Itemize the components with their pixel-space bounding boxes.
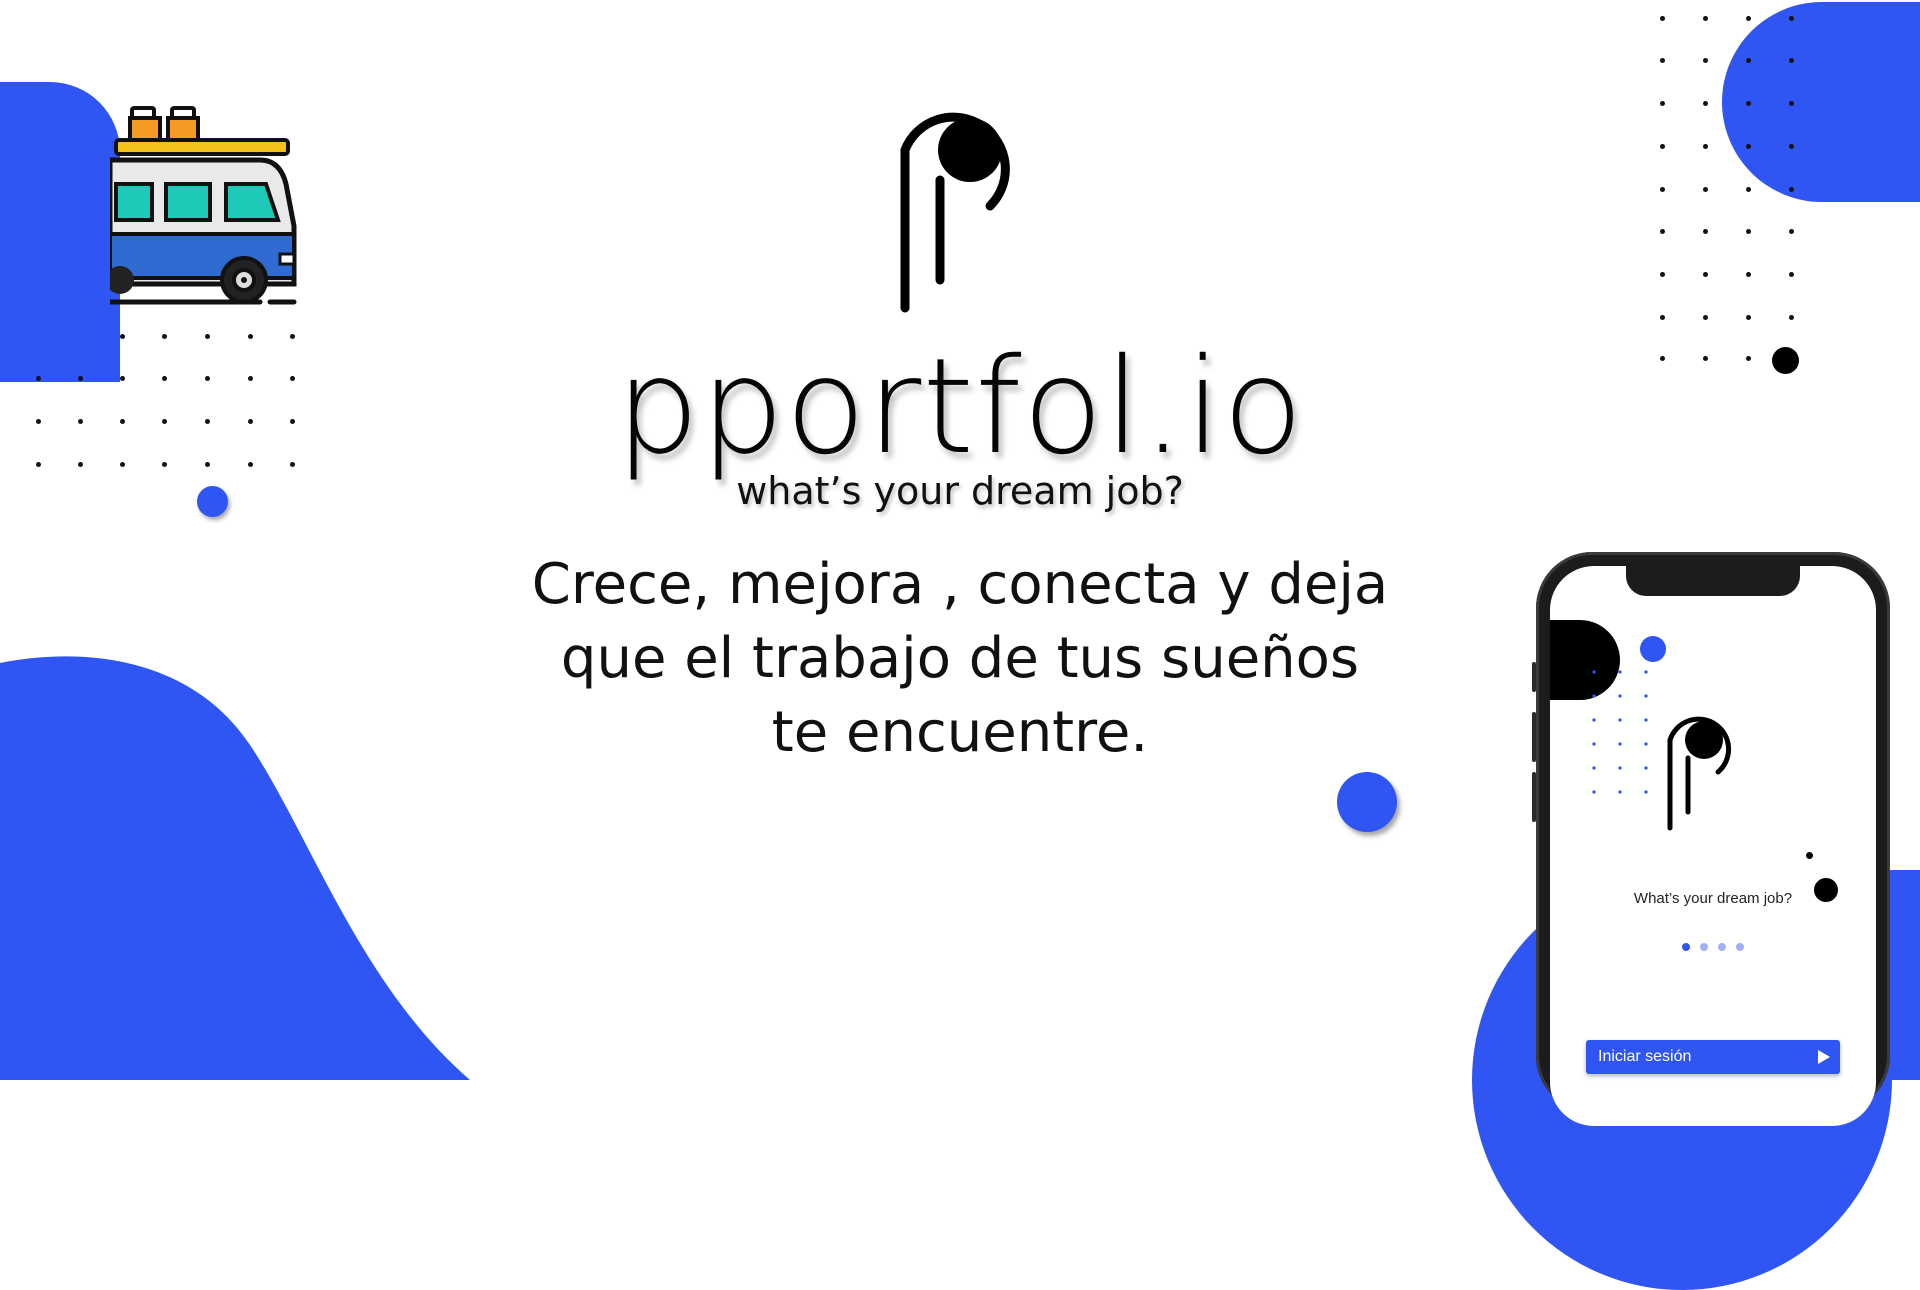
- pager-dot[interactable]: [1700, 943, 1708, 951]
- headline-line-2: que el trabajo de tus sueños: [560, 626, 1360, 691]
- p-logo-icon: [900, 112, 1010, 313]
- play-icon: [1818, 1050, 1830, 1064]
- screen-dot-blue: [1640, 636, 1666, 662]
- decorative-wave-bottom-left: [0, 656, 470, 1080]
- phone-mockup: What’s your dream job? Iniciar sesión: [1532, 552, 1890, 1126]
- hero-headline: Crece, mejora , conecta y deja que el tr…: [460, 548, 1460, 770]
- pager-dot[interactable]: [1682, 943, 1690, 951]
- login-button[interactable]: Iniciar sesión: [1586, 1040, 1840, 1074]
- dot-grid-right: [1650, 0, 1800, 370]
- headline-line-1: Crece, mejora , conecta y deja: [531, 552, 1389, 617]
- phone-side-button: [1532, 662, 1536, 692]
- pager-dot[interactable]: [1736, 943, 1744, 951]
- screen-dot-black-small: [1806, 852, 1813, 859]
- phone-notch: [1626, 566, 1800, 596]
- headline-line-3: te encuentre.: [771, 700, 1149, 765]
- phone-side-button: [1532, 712, 1536, 762]
- phone-side-button: [1532, 772, 1536, 822]
- screen-logo-icon: [1667, 716, 1732, 831]
- login-button-label: Iniciar sesión: [1598, 1048, 1692, 1065]
- decorative-dot-blue-large: [1337, 772, 1397, 832]
- phone-screen: What’s your dream job? Iniciar sesión: [1550, 566, 1876, 1126]
- brand-name: pportfol.io: [615, 330, 1305, 484]
- phone-tagline: What’s your dream job?: [1633, 890, 1793, 907]
- onboarding-pager[interactable]: [1550, 936, 1876, 955]
- brand-tagline: what’s your dream job?: [736, 469, 1184, 513]
- pager-dot[interactable]: [1718, 943, 1726, 951]
- screen-dot-grid: [1592, 670, 1648, 794]
